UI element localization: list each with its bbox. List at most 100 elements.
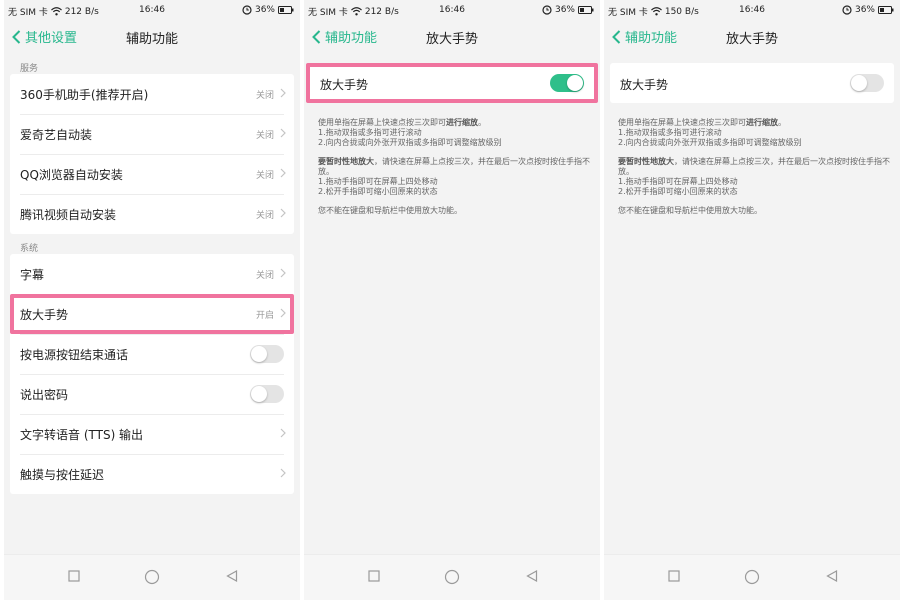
list-item-qq-browser[interactable]: QQ浏览器自动安装 关闭 xyxy=(10,154,294,194)
status-bar: 无 SIM 卡 212 B/s 16:46 36% xyxy=(304,0,600,22)
system-group: 字幕 关闭 放大手势 开启 按电源按钮结束通话 说出密码 文字转语音 (TTS)… xyxy=(10,254,294,494)
chevron-right-icon xyxy=(280,208,286,218)
item-status: 关闭 xyxy=(255,131,274,141)
list-item-captions[interactable]: 字幕 关闭 xyxy=(10,254,294,294)
description-line: 2.松开手指即可缩小回原来的状态 xyxy=(318,187,438,196)
speak-passwords-toggle[interactable] xyxy=(250,385,284,403)
triangle-back-icon[interactable] xyxy=(826,570,838,582)
list-item-touch-hold-delay[interactable]: 触摸与按住延迟 xyxy=(10,454,294,494)
description-line: 1.拖动双指或多指可进行滚动 xyxy=(318,128,422,137)
section-label-system: 系统 xyxy=(20,244,39,254)
battery-icon xyxy=(578,6,594,14)
item-label: 爱奇艺自动装 xyxy=(20,128,93,142)
square-recents-icon[interactable] xyxy=(368,570,380,582)
item-status: 关闭 xyxy=(255,211,274,221)
square-recents-icon[interactable] xyxy=(68,570,80,582)
magnification-toggle[interactable] xyxy=(850,74,884,92)
page-title: 放大手势 xyxy=(725,32,778,47)
page-title: 辅助功能 xyxy=(125,32,178,47)
list-item-magnification-gestures[interactable]: 放大手势 开启 xyxy=(10,294,294,334)
item-label: 放大手势 xyxy=(20,308,69,322)
triangle-back-icon[interactable] xyxy=(526,570,538,582)
chevron-right-icon xyxy=(280,88,286,98)
square-recents-icon[interactable] xyxy=(668,570,680,582)
chevron-right-icon xyxy=(280,468,286,478)
magnification-screen-on: 无 SIM 卡 212 B/s 16:46 36% 辅助功能 放大手势 放大手势… xyxy=(304,0,600,600)
list-item-tts-output[interactable]: 文字转语音 (TTS) 输出 xyxy=(10,414,294,454)
list-item-360[interactable]: 360手机助手(推荐开启) 关闭 xyxy=(10,74,294,114)
list-item-tencent-video[interactable]: 腾讯视频自动安装 关闭 xyxy=(10,194,294,234)
battery-icon xyxy=(878,6,894,14)
description-text: 使用单指在屏幕上快速点按三次即可进行缩放。 1.拖动双指或多指可进行滚动 2.向… xyxy=(618,118,890,216)
list-item-iqiyi[interactable]: 爱奇艺自动装 关闭 xyxy=(10,114,294,154)
item-label: 说出密码 xyxy=(20,388,69,402)
battery-percent: 36% xyxy=(854,5,875,15)
alarm-icon xyxy=(242,5,252,15)
description-note: 您不能在键盘和导航栏中使用放大功能。 xyxy=(618,206,762,215)
toggle-knob xyxy=(851,75,867,91)
page-title: 放大手势 xyxy=(425,32,478,47)
description-paragraph: 使用单指在屏幕上快速点按三次即可进行缩放。 xyxy=(618,118,786,127)
magnification-screen-off: 无 SIM 卡 150 B/s 16:46 36% 辅助功能 放大手势 放大手势… xyxy=(604,0,900,600)
section-label-services: 服务 xyxy=(20,64,39,74)
description-line: 1.拖动手指即可在屏幕上四处移动 xyxy=(318,177,438,186)
chevron-right-icon xyxy=(280,168,286,178)
chevron-right-icon xyxy=(280,268,286,278)
item-label: 按电源按钮结束通话 xyxy=(20,348,129,362)
magnification-toggle-row: 放大手势 xyxy=(610,63,894,103)
item-status: 关闭 xyxy=(255,91,274,101)
alarm-icon xyxy=(842,5,852,15)
description-paragraph: 要暂时性地放大，请快速在屏幕上点按三次，并在最后一次点按时按住手指不放。 xyxy=(618,157,890,176)
alarm-icon xyxy=(542,5,552,15)
toggle-label: 放大手势 xyxy=(320,78,369,92)
description-line: 1.拖动双指或多指可进行滚动 xyxy=(618,128,722,137)
item-label: 触摸与按住延迟 xyxy=(20,468,105,482)
list-item-power-ends-call: 按电源按钮结束通话 xyxy=(10,334,294,374)
header: 辅助功能 放大手势 xyxy=(304,22,600,52)
chevron-right-icon xyxy=(280,128,286,138)
description-line: 2.向内合拢或向外张开双指或多指即可调整缩放级别 xyxy=(318,138,502,147)
navigation-bar xyxy=(304,554,600,600)
battery-icon xyxy=(278,6,294,14)
status-bar: 无 SIM 卡 212 B/s 16:46 36% xyxy=(4,0,300,22)
item-status: 开启 xyxy=(255,311,274,321)
navigation-bar xyxy=(604,554,900,600)
description-note: 您不能在键盘和导航栏中使用放大功能。 xyxy=(318,206,462,215)
status-bar: 无 SIM 卡 150 B/s 16:46 36% xyxy=(604,0,900,22)
battery-percent: 36% xyxy=(254,5,275,15)
circle-home-icon[interactable] xyxy=(744,569,760,585)
toggle-knob xyxy=(567,75,583,91)
item-status: 关闭 xyxy=(255,271,274,281)
description-paragraph: 使用单指在屏幕上快速点按三次即可进行缩放。 xyxy=(318,118,486,127)
description-text: 使用单指在屏幕上快速点按三次即可进行缩放。 1.拖动双指或多指可进行滚动 2.向… xyxy=(318,118,590,216)
item-label: 腾讯视频自动安装 xyxy=(20,208,117,222)
services-group: 360手机助手(推荐开启) 关闭 爱奇艺自动装 关闭 QQ浏览器自动安装 关闭 … xyxy=(10,74,294,234)
circle-home-icon[interactable] xyxy=(444,569,460,585)
screens: 无 SIM 卡 212 B/s 16:46 36% 其他设置 辅助功能 服务 3… xyxy=(0,0,904,600)
accessibility-screen: 无 SIM 卡 212 B/s 16:46 36% 其他设置 辅助功能 服务 3… xyxy=(4,0,300,600)
chevron-right-icon xyxy=(280,428,286,438)
toggle-knob xyxy=(251,386,267,402)
battery-percent: 36% xyxy=(554,5,575,15)
triangle-back-icon[interactable] xyxy=(226,570,238,582)
header: 其他设置 辅助功能 xyxy=(4,22,300,52)
list-item-speak-passwords: 说出密码 xyxy=(10,374,294,414)
circle-home-icon[interactable] xyxy=(144,569,160,585)
magnification-toggle-row: 放大手势 xyxy=(310,63,594,103)
description-line: 2.向内合拢或向外张开双指或多指即可调整缩放级别 xyxy=(618,138,802,147)
item-status: 关闭 xyxy=(255,171,274,181)
magnification-toggle[interactable] xyxy=(550,74,584,92)
chevron-right-icon xyxy=(280,308,286,318)
toggle-knob xyxy=(251,346,267,362)
description-line: 1.拖动手指即可在屏幕上四处移动 xyxy=(618,177,738,186)
item-label: 字幕 xyxy=(20,268,45,282)
toggle-label: 放大手势 xyxy=(620,78,669,92)
item-label: 文字转语音 (TTS) 输出 xyxy=(20,428,144,442)
item-label: QQ浏览器自动安装 xyxy=(20,168,123,182)
description-paragraph: 要暂时性地放大，请快速在屏幕上点按三次，并在最后一次点按时按住手指不放。 xyxy=(318,157,590,176)
description-line: 2.松开手指即可缩小回原来的状态 xyxy=(618,187,738,196)
power-ends-call-toggle[interactable] xyxy=(250,345,284,363)
navigation-bar xyxy=(4,554,300,600)
header: 辅助功能 放大手势 xyxy=(604,22,900,52)
item-label: 360手机助手(推荐开启) xyxy=(20,88,149,102)
